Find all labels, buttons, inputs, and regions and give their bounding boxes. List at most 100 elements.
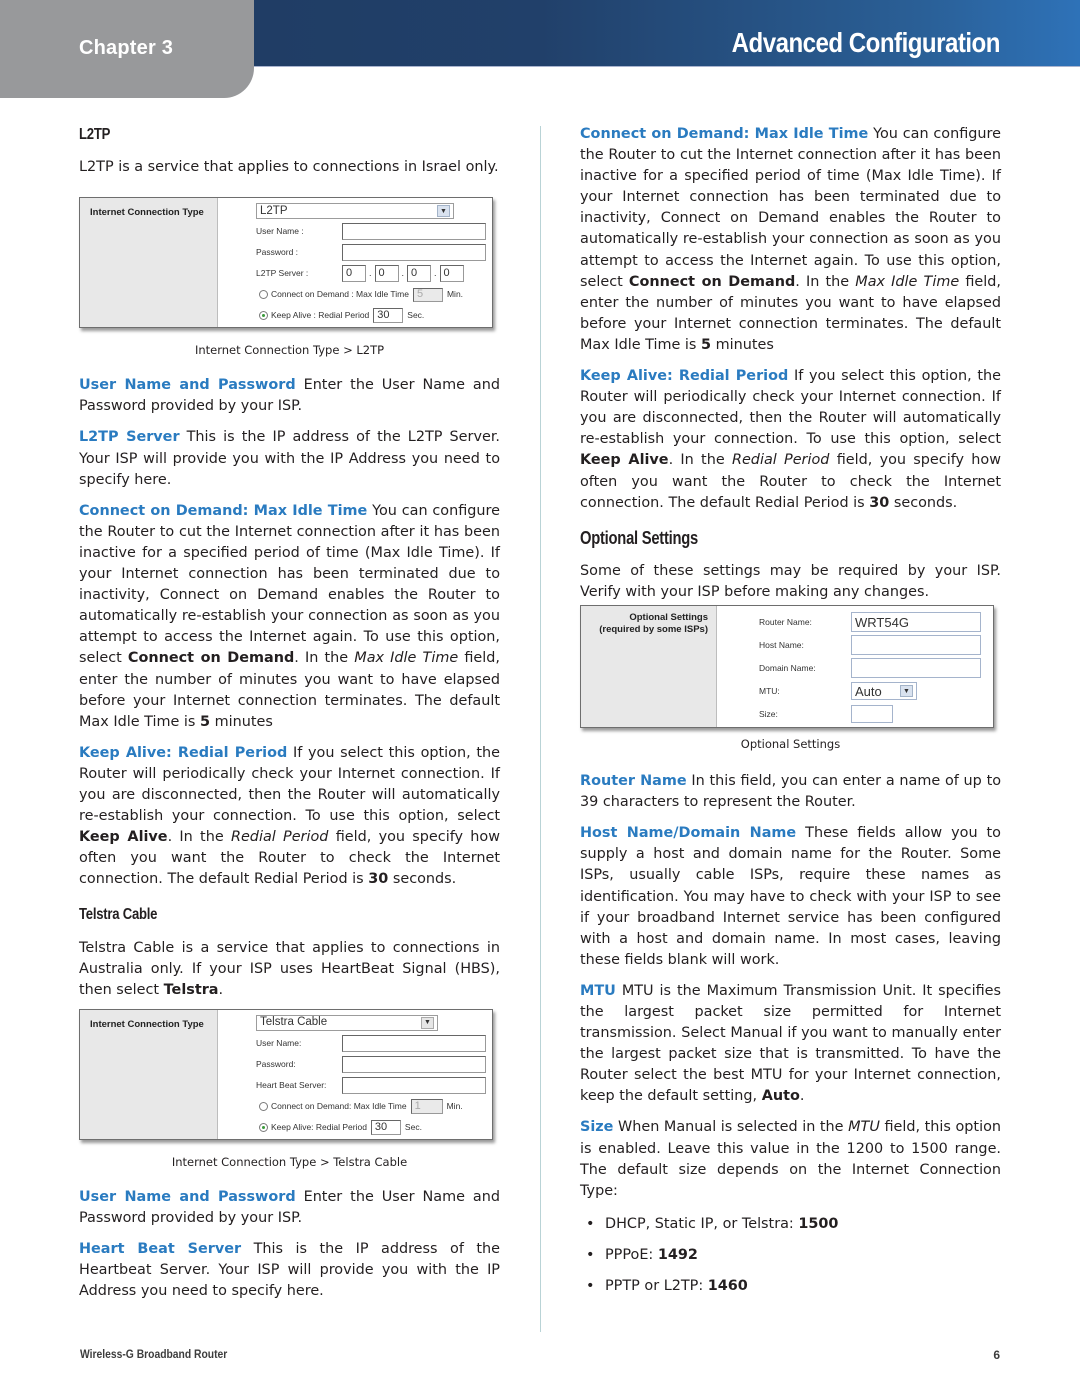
chapter-tab: Chapter 3 — [0, 0, 254, 98]
chevron-down-icon[interactable]: ▼ — [900, 685, 913, 698]
connection-type-value: Telstra Cable — [260, 1016, 328, 1029]
max-idle-time-input[interactable]: 5 — [412, 287, 443, 302]
mtu-size-list: DHCP, Static IP, or Telstra: 1500 PPPoE:… — [580, 1214, 1001, 1297]
keep-alive-radio[interactable] — [259, 1122, 268, 1132]
figure-side-label: Internet Connection Type — [80, 1009, 218, 1139]
text: . — [218, 981, 224, 998]
side-label-line-2: (required by some ISPs) — [599, 623, 708, 635]
bullet-value: 1492 — [657, 1246, 698, 1263]
paragraph-heart-beat-server: Heart Beat Server This is the IP address… — [79, 1239, 500, 1302]
user-name-label: User Name : — [256, 226, 304, 237]
list-item: DHCP, Static IP, or Telstra: 1500 — [580, 1214, 1001, 1235]
figure-side-label: Internet Connection Type — [80, 198, 218, 328]
keepalive-unit: Sec. — [404, 1121, 422, 1132]
l2tp-intro: L2TP is a service that applies to connec… — [79, 159, 499, 176]
footer-product-name: Wireless-G Broadband Router — [80, 1347, 228, 1361]
term: Size — [580, 1119, 614, 1136]
term: L2TP Server — [79, 429, 180, 446]
term: Router Name — [580, 773, 687, 790]
server-octet-2[interactable]: 0 — [374, 265, 399, 283]
connection-type-select[interactable]: L2TP ▼ — [256, 203, 454, 220]
bold-text: Keep Alive — [580, 452, 669, 469]
text: seconds. — [388, 871, 457, 888]
page-title: Advanced Configuration — [731, 27, 1001, 58]
text: . In the — [795, 273, 856, 290]
term: Keep Alive: Redial Period — [580, 368, 789, 385]
password-label: Password : — [256, 247, 299, 258]
l2tp-server-label: L2TP Server : — [256, 268, 309, 279]
connect-on-demand-radio[interactable] — [259, 1101, 268, 1111]
connection-type-select[interactable]: Telstra Cable ▼ — [256, 1014, 438, 1031]
server-octet-1[interactable]: 0 — [342, 265, 366, 283]
password-input[interactable] — [342, 244, 486, 262]
text: minutes — [210, 713, 273, 730]
text: . In the — [668, 452, 732, 469]
text: minutes — [711, 336, 774, 353]
section-heading-optional-settings: Optional Settings — [580, 527, 699, 548]
term: User Name and Password — [79, 1188, 296, 1205]
bold-text: 5 — [701, 336, 712, 353]
side-label-line-1: Optional Settings — [629, 611, 708, 623]
bold-text: Telstra — [163, 981, 219, 998]
telstra-settings-figure: Internet Connection Type Telstra Cable ▼… — [79, 1008, 493, 1140]
term: Host Name/Domain Name — [580, 825, 797, 842]
heart-beat-server-label: Heart Beat Server: — [256, 1079, 327, 1090]
domain-name-label: Domain Name: — [759, 662, 816, 673]
column-divider — [540, 126, 541, 1332]
section-heading-telstra: Telstra Cable — [79, 906, 158, 924]
password-input[interactable] — [342, 1055, 486, 1073]
left-column: L2TP L2TP is a service that applies to c… — [79, 124, 500, 1312]
paragraph-user-password: User Name and Password Enter the User Na… — [79, 375, 500, 417]
bullet-value: 1500 — [798, 1215, 839, 1232]
bullet-label: DHCP, Static IP, or Telstra: — [605, 1215, 799, 1232]
text: MTU is the Maximum Transmission Unit. It… — [580, 982, 1001, 1105]
server-octet-3[interactable]: 0 — [407, 265, 432, 283]
bullet-value: 1460 — [707, 1278, 748, 1295]
telstra-intro: Telstra Cable is a service that applies … — [79, 938, 500, 1001]
optional-settings-figure: Optional Settings (required by some ISPs… — [580, 604, 994, 728]
text: . In the — [167, 829, 231, 846]
heart-beat-server-input[interactable] — [342, 1076, 486, 1094]
term: MTU — [580, 982, 616, 999]
router-name-label: Router Name: — [759, 616, 812, 627]
mtu-value: Auto — [855, 683, 882, 699]
term: Connect on Demand: Max Idle Time — [79, 502, 368, 519]
figure-caption: Internet Connection Type > Telstra Cable — [171, 1154, 408, 1169]
domain-name-input[interactable] — [851, 658, 981, 679]
server-octet-4[interactable]: 0 — [439, 265, 464, 283]
bold-text: Auto — [761, 1088, 800, 1105]
cod-label: Connect on Demand: Max Idle Time — [271, 1100, 407, 1111]
text: seconds. — [889, 494, 958, 511]
chevron-down-icon[interactable]: ▼ — [421, 1016, 434, 1029]
bold-text: Connect on Demand — [127, 650, 295, 667]
italic-text: Max Idle Time — [855, 273, 960, 290]
redial-period-input[interactable]: 30 — [373, 308, 404, 324]
italic-text: Redial Period — [230, 829, 329, 846]
text: . In the — [294, 650, 355, 667]
keep-alive-radio[interactable] — [259, 311, 268, 321]
cod-unit: Min. — [446, 289, 464, 300]
chevron-down-icon[interactable]: ▼ — [437, 205, 450, 218]
bold-text: 5 — [200, 713, 211, 730]
redial-period-input[interactable]: 30 — [370, 1119, 401, 1135]
paragraph-user-password: User Name and Password Enter the User Na… — [79, 1187, 500, 1229]
section-heading-l2tp: L2TP — [79, 126, 111, 143]
user-name-input[interactable] — [342, 1034, 486, 1052]
paragraph-l2tp-server: L2TP Server This is the IP address of th… — [79, 427, 500, 490]
mtu-select[interactable]: Auto ▼ — [851, 682, 917, 701]
text: You can configure the Router to cut the … — [580, 126, 1001, 290]
connect-on-demand-radio[interactable] — [259, 290, 268, 300]
user-name-input[interactable] — [342, 223, 486, 241]
text: You can configure the Router to cut the … — [79, 502, 500, 667]
paragraph-mtu: MTU MTU is the Maximum Transmission Unit… — [580, 981, 1001, 1108]
figure-side-label: Optional Settings (required by some ISPs… — [581, 605, 717, 727]
max-idle-time-input[interactable]: 1 — [410, 1098, 443, 1114]
italic-text: MTU — [848, 1119, 880, 1136]
host-name-input[interactable] — [851, 635, 981, 656]
mtu-label: MTU: — [759, 685, 780, 696]
text: . — [799, 1088, 805, 1105]
paragraph-keep-alive: Keep Alive: Redial Period If you select … — [79, 743, 500, 891]
router-name-input[interactable]: WRT54G — [851, 612, 981, 633]
size-input[interactable] — [851, 705, 893, 724]
figure-caption: Optional Settings — [740, 736, 841, 751]
